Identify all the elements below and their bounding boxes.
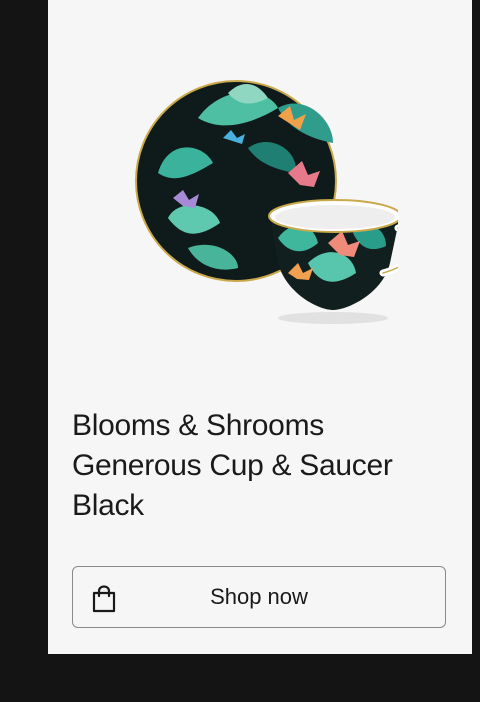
teacup-saucer-image	[135, 80, 398, 324]
product-title: Blooms & Shrooms Generous Cup & Saucer B…	[72, 406, 452, 526]
shopping-bag-icon	[92, 585, 116, 613]
product-title-line1: Blooms & Shrooms	[72, 409, 324, 442]
product-card: Blooms & Shrooms Generous Cup & Saucer B…	[48, 0, 472, 654]
product-title-line3: Black	[72, 489, 144, 522]
shop-now-button[interactable]: Shop now	[72, 566, 446, 628]
product-title-line2: Generous Cup & Saucer	[72, 449, 393, 482]
shop-now-label: Shop now	[210, 584, 308, 609]
